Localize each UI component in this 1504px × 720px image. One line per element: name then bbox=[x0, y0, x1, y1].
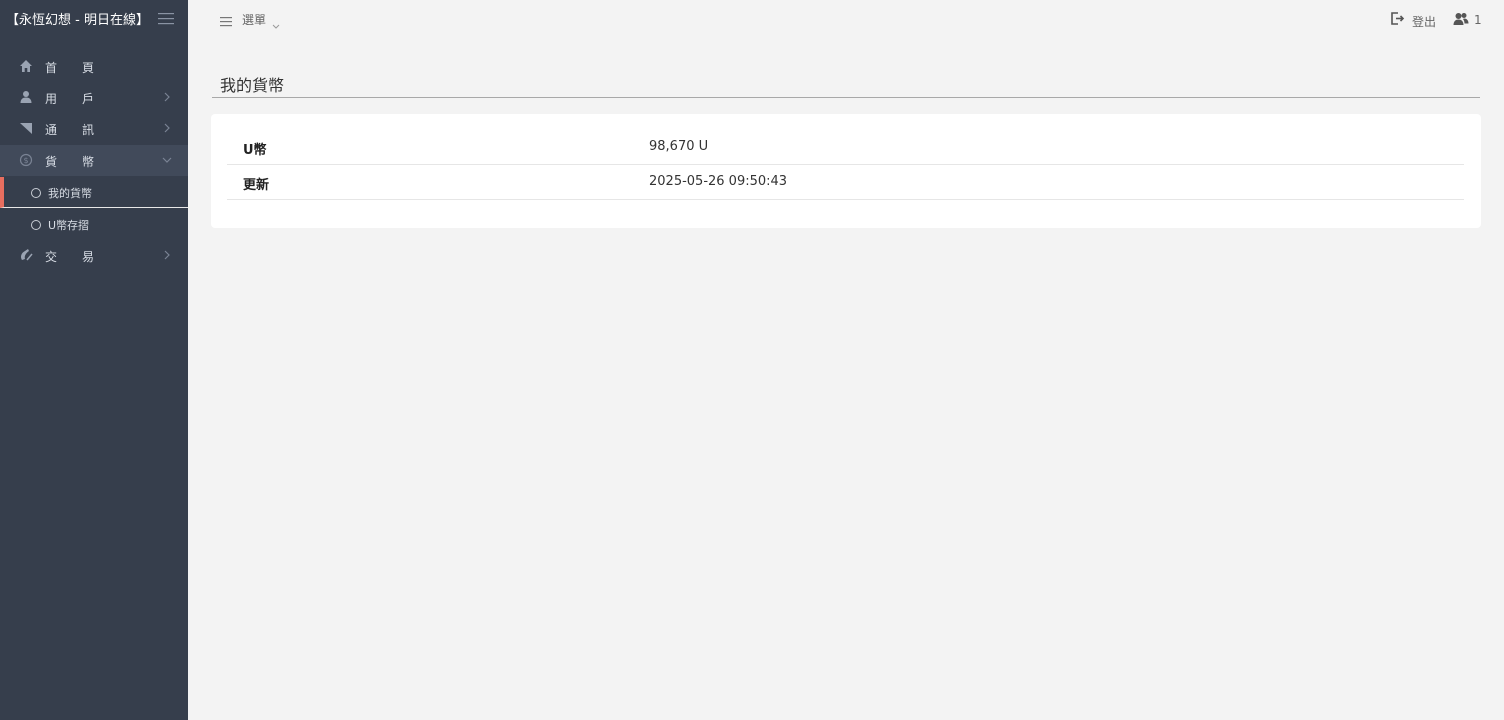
chevron-down-icon bbox=[272, 15, 280, 34]
message-icon bbox=[19, 121, 33, 135]
title-divider bbox=[212, 97, 1480, 98]
sidebar-subitem-u-passbook[interactable]: U幣存摺 bbox=[0, 209, 188, 240]
page-title: 我的貨幣 bbox=[220, 76, 285, 95]
sidebar: 【永恆幻想 - 明日在線】 首頁 用戶 通訊 $ 貨幣 我的貨幣 U幣存摺 交易 bbox=[0, 0, 188, 720]
sidebar-subitem-my-currency[interactable]: 我的貨幣 bbox=[0, 177, 188, 208]
row-value: 2025-05-26 09:50:43 bbox=[649, 174, 788, 189]
svg-text:$: $ bbox=[23, 156, 28, 165]
row-key: U幣 bbox=[243, 143, 267, 158]
row-value: 98,670 U bbox=[649, 139, 709, 154]
coin-icon: $ bbox=[19, 153, 33, 167]
chevron-right-icon bbox=[162, 92, 172, 102]
topbar: 選單 登出 1 bbox=[188, 0, 1504, 38]
menu-label: 選單 bbox=[242, 13, 267, 27]
sidebar-item-trade[interactable]: 交易 bbox=[0, 240, 188, 271]
logout-icon bbox=[1390, 11, 1405, 30]
trade-icon bbox=[19, 248, 33, 262]
table-row: 更新 2025-05-26 09:50:43 bbox=[227, 165, 1464, 200]
menu-icon bbox=[220, 12, 232, 31]
chevron-down-icon bbox=[162, 155, 172, 165]
currency-card: U幣 98,670 U 更新 2025-05-26 09:50:43 bbox=[211, 114, 1481, 228]
sidebar-item-label: 首頁 bbox=[45, 61, 120, 75]
logout-label: 登出 bbox=[1412, 15, 1437, 29]
sidebar-toggle-icon[interactable] bbox=[158, 12, 174, 25]
chevron-right-icon bbox=[162, 250, 172, 260]
sidebar-item-label: 用戶 bbox=[45, 92, 120, 106]
circle-icon bbox=[31, 188, 41, 198]
sidebar-item-users[interactable]: 用戶 bbox=[0, 82, 188, 113]
row-key: 更新 bbox=[243, 178, 270, 193]
sidebar-item-messages[interactable]: 通訊 bbox=[0, 113, 188, 144]
user-icon bbox=[19, 90, 33, 104]
chevron-right-icon bbox=[162, 123, 172, 133]
sidebar-item-home[interactable]: 首頁 bbox=[0, 51, 188, 82]
sidebar-subitem-label: 我的貨幣 bbox=[48, 187, 92, 200]
brand-title: 【永恆幻想 - 明日在線】 bbox=[6, 13, 149, 28]
home-icon bbox=[19, 59, 33, 73]
table-row: U幣 98,670 U bbox=[227, 130, 1464, 165]
brand: 【永恆幻想 - 明日在線】 bbox=[0, 0, 188, 38]
online-count: 1 bbox=[1474, 13, 1482, 27]
users-icon bbox=[1453, 11, 1469, 30]
sidebar-item-label: 通訊 bbox=[45, 123, 120, 137]
sidebar-subitem-label: U幣存摺 bbox=[48, 219, 90, 232]
sidebar-item-currency[interactable]: $ 貨幣 bbox=[0, 145, 188, 176]
sidebar-item-label: 貨幣 bbox=[45, 155, 120, 169]
circle-icon bbox=[31, 220, 41, 230]
sidebar-item-label: 交易 bbox=[45, 250, 120, 264]
